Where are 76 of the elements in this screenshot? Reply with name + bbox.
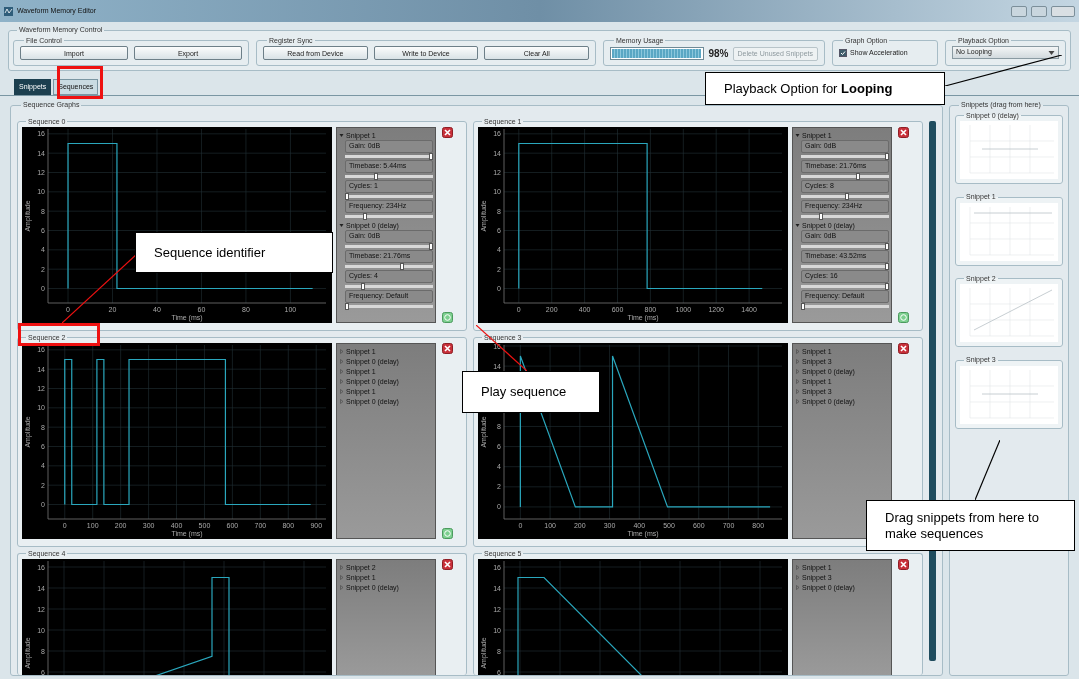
close-button[interactable]	[1051, 5, 1075, 17]
slider-thumb[interactable]	[360, 283, 365, 290]
close-icon[interactable]	[441, 127, 453, 138]
leader-line	[476, 325, 527, 371]
callout-text: Play sequence	[481, 384, 567, 400]
play-icon[interactable]	[441, 528, 453, 539]
highlight-frame	[57, 66, 103, 99]
app-icon	[4, 6, 13, 16]
slider-thumb[interactable]	[345, 193, 349, 200]
slider-track[interactable]	[345, 265, 433, 268]
collapsed-arrow-icon[interactable]	[339, 358, 344, 364]
slider-thumb[interactable]	[885, 263, 889, 270]
slider-thumb[interactable]	[885, 283, 889, 290]
close-icon[interactable]	[897, 343, 909, 354]
slider-thumb[interactable]	[819, 213, 824, 220]
collapsed-arrow-icon[interactable]	[795, 368, 800, 374]
slider-thumb[interactable]	[885, 243, 889, 250]
slider-track[interactable]	[801, 195, 889, 198]
slider-thumb[interactable]	[855, 173, 860, 180]
collapsed-arrow-icon[interactable]	[795, 378, 800, 384]
collapsed-arrow-icon[interactable]	[795, 358, 800, 364]
expanded-arrow-icon[interactable]	[795, 222, 800, 228]
slider-thumb[interactable]	[363, 213, 368, 220]
collapsed-arrow-icon[interactable]	[795, 398, 800, 404]
slider-thumb[interactable]	[373, 173, 378, 180]
slider-track[interactable]	[801, 215, 889, 218]
slider-track[interactable]	[345, 285, 433, 288]
slider-track[interactable]	[801, 245, 889, 248]
play-icon[interactable]	[897, 312, 909, 323]
slider-thumb[interactable]	[801, 303, 805, 310]
play-icon[interactable]	[441, 312, 453, 323]
collapsed-arrow-icon[interactable]	[795, 388, 800, 394]
collapsed-arrow-icon[interactable]	[339, 564, 344, 570]
slider-track[interactable]	[801, 305, 889, 308]
collapsed-arrow-icon[interactable]	[339, 368, 344, 374]
slider-track[interactable]	[801, 155, 889, 158]
slider-track[interactable]	[801, 175, 889, 178]
slider-track[interactable]	[345, 175, 433, 178]
expanded-arrow-icon[interactable]	[795, 132, 800, 138]
checkbox[interactable]	[839, 49, 847, 57]
close-icon[interactable]	[441, 559, 453, 570]
collapsed-arrow-icon[interactable]	[795, 348, 800, 354]
memory-percent: 98%	[708, 47, 729, 61]
collapsed-arrow-icon[interactable]	[339, 388, 344, 394]
minimize-button[interactable]	[1011, 5, 1027, 17]
slider-track[interactable]	[801, 265, 889, 268]
slider-track[interactable]	[801, 285, 889, 288]
collapsed-arrow-icon[interactable]	[339, 584, 344, 590]
collapsed-arrow-icon[interactable]	[795, 574, 800, 580]
slider-thumb[interactable]	[844, 193, 849, 200]
callout-text: Playback Option for Looping	[724, 80, 893, 97]
slider-thumb[interactable]	[345, 303, 349, 310]
slider-thumb[interactable]	[429, 153, 433, 160]
slider-track[interactable]	[345, 305, 433, 308]
collapsed-arrow-icon[interactable]	[339, 348, 344, 354]
callout-text: Drag snippets from here to make sequences	[885, 509, 1040, 542]
slider-thumb[interactable]	[399, 263, 404, 270]
slider-track[interactable]	[345, 245, 433, 248]
maximize-button[interactable]	[1031, 5, 1047, 17]
slider-track[interactable]	[345, 155, 433, 158]
collapsed-arrow-icon[interactable]	[795, 584, 800, 590]
caret-icon	[1048, 49, 1055, 56]
callout-text: Sequence identifier	[154, 244, 266, 261]
slider-track[interactable]	[345, 195, 433, 198]
expanded-arrow-icon[interactable]	[339, 132, 344, 138]
expanded-arrow-icon[interactable]	[339, 222, 344, 228]
collapsed-arrow-icon[interactable]	[339, 398, 344, 404]
collapsed-arrow-icon[interactable]	[339, 574, 344, 580]
slider-thumb[interactable]	[885, 153, 889, 160]
collapsed-arrow-icon[interactable]	[339, 378, 344, 384]
close-icon[interactable]	[897, 559, 909, 570]
slider-thumb[interactable]	[429, 243, 433, 250]
close-icon[interactable]	[441, 343, 453, 354]
collapsed-arrow-icon[interactable]	[795, 564, 800, 570]
slider-track[interactable]	[345, 215, 433, 218]
close-icon[interactable]	[897, 127, 909, 138]
